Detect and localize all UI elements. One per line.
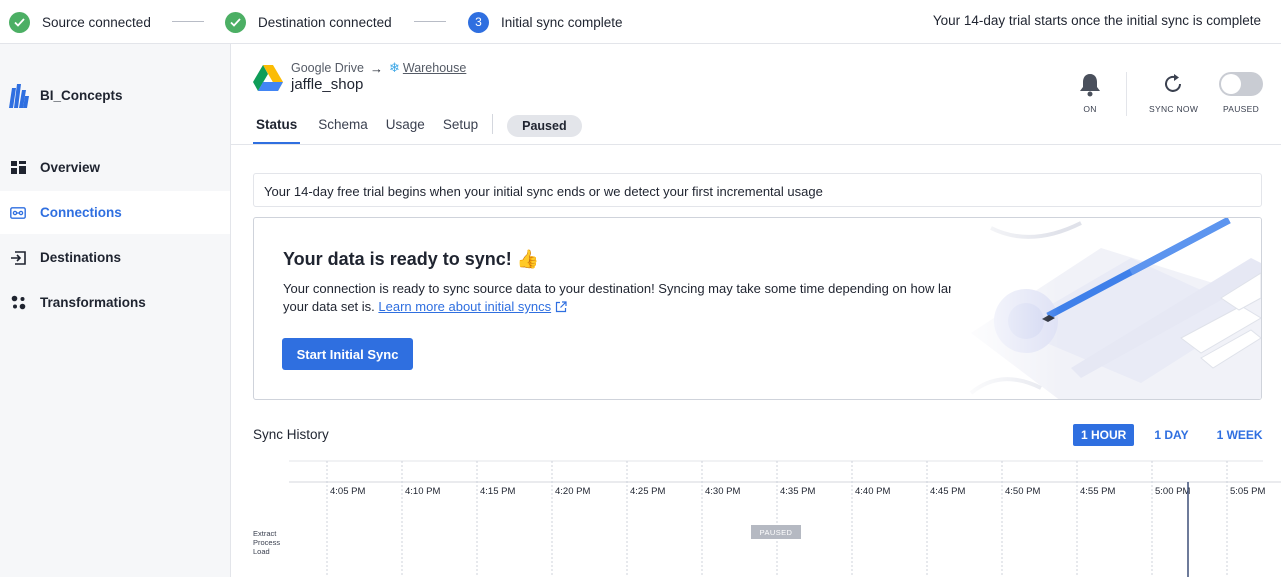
ready-to-sync-card: Your data is ready to sync! 👍 Your conne… [253,217,1262,400]
controls-divider [1126,72,1127,116]
trial-start-message: Your 14-day trial starts once the initia… [932,13,1261,28]
timeline-time-label: 4:25 PM [630,486,665,497]
sync-now-label: SYNC NOW [1149,104,1199,114]
snowflake-icon: ❄ [388,60,400,75]
header-divider [231,144,1281,145]
toggle-knob [1221,74,1241,94]
sidebar-item-label: Connections [40,205,122,220]
timeline-time-label: 4:50 PM [1005,486,1040,497]
trial-banner: Your 14-day free trial begins when your … [253,173,1262,207]
step-label: Initial sync complete [501,14,623,30]
timeline-time-label: 4:30 PM [705,486,740,497]
account-switcher[interactable]: BI_Concepts [8,80,123,110]
connection-path: Google Drive → ❄ Warehouse [291,60,466,76]
timeline-time-label: 4:40 PM [855,486,890,497]
timeline-time-label: 4:20 PM [555,486,590,497]
step-label: Source connected [42,14,151,30]
sync-now-button[interactable]: SYNC NOW [1149,72,1198,114]
paused-label: PAUSED [1222,104,1260,114]
timeline-row-labels: Extract Process Load [253,529,280,556]
timeline-time-label: 4:10 PM [405,486,440,497]
fivetran-logo-icon [9,84,29,108]
row-label-extract: Extract [253,529,277,538]
step-initial-sync: 3 Initial sync complete [468,11,623,33]
sync-history-title: Sync History [253,427,329,442]
tab-setup[interactable]: Setup [443,114,478,145]
timeline-time-label: 5:00 PM [1155,486,1190,497]
step-connector [414,21,446,22]
timeline-time-label: 4:15 PM [480,486,515,497]
tab-status[interactable]: Status [253,114,301,145]
step-label: Destination connected [258,14,392,30]
transformations-icon [10,295,26,311]
sidebar-item-label: Overview [40,160,101,175]
range-selector: 1 HOUR 1 DAY 1 WEEK [1073,424,1281,446]
timeline-time-label: 4:55 PM [1080,486,1115,497]
range-1-week-button[interactable]: 1 WEEK [1209,424,1271,446]
sidebar-item-destinations[interactable]: Destinations [0,236,230,279]
pause-toggle-control[interactable]: PAUSED [1219,72,1263,114]
step-source-connected: Source connected [9,11,151,33]
tab-divider [492,114,494,134]
sidebar-item-transformations[interactable]: Transformations [0,281,230,324]
learn-more-label: Learn more about initial syncs [378,299,552,314]
tab-usage[interactable]: Usage [386,114,425,145]
timeline-time-label: 4:45 PM [930,486,965,497]
refresh-icon [1164,74,1181,92]
range-1-day-button[interactable]: 1 DAY [1146,424,1196,446]
bell-icon [1080,74,1100,97]
check-icon [225,11,246,33]
tab-schema[interactable]: Schema [318,114,368,145]
connection-name: jaffle_shop [291,76,364,93]
step-number: 3 [468,11,489,33]
timeline-time-label: 5:05 PM [1230,486,1265,497]
source-name: Google Drive [291,61,364,75]
step-connector [172,21,204,22]
learn-more-link[interactable]: Learn more about initial syncs [378,299,551,314]
timeline-time-label: 4:35 PM [780,486,815,497]
sidebar-item-label: Destinations [40,250,122,265]
sync-history-timeline: 4:05 PM 4:10 PM 4:15 PM 4:20 PM 4:25 PM 4:30 … [289,460,1281,577]
row-label-load: Load [253,547,270,556]
google-drive-icon [253,65,283,91]
connection-tabs: Status Schema Usage Setup Paused [253,114,582,145]
ready-description: Your connection is ready to sync source … [283,280,973,318]
sidebar-item-label: Transformations [40,295,146,310]
range-1-hour-button[interactable]: 1 HOUR [1073,424,1135,446]
dashboard-icon [10,160,26,176]
sidebar-item-connections[interactable]: Connections [0,191,230,234]
pause-toggle[interactable] [1219,72,1263,96]
paused-period-tag: PAUSED [751,525,801,539]
status-badge: Paused [507,115,582,137]
notifications-control[interactable]: ON [1078,72,1102,114]
notifications-label: ON [1083,104,1097,114]
sync-illustration [951,218,1261,399]
sidebar-item-overview[interactable]: Overview [0,146,230,189]
ready-title: Your data is ready to sync! 👍 [283,249,540,269]
step-destination-connected: Destination connected [225,11,392,33]
account-name: BI_Concepts [40,87,123,103]
external-link-icon [555,300,567,318]
destination-link[interactable]: Warehouse [403,61,466,75]
connections-icon [10,205,26,221]
destination-icon [10,250,26,266]
sidebar: BI_Concepts Overview Connections Destina… [0,44,231,577]
row-label-process: Process [253,538,281,547]
onboarding-progress-bar: Source connected Destination connected 3… [0,0,1281,44]
arrow-right-icon: → [369,60,383,76]
start-initial-sync-button[interactable]: Start Initial Sync [282,338,413,370]
check-icon [9,11,30,33]
timeline-time-label: 4:05 PM [330,486,365,497]
